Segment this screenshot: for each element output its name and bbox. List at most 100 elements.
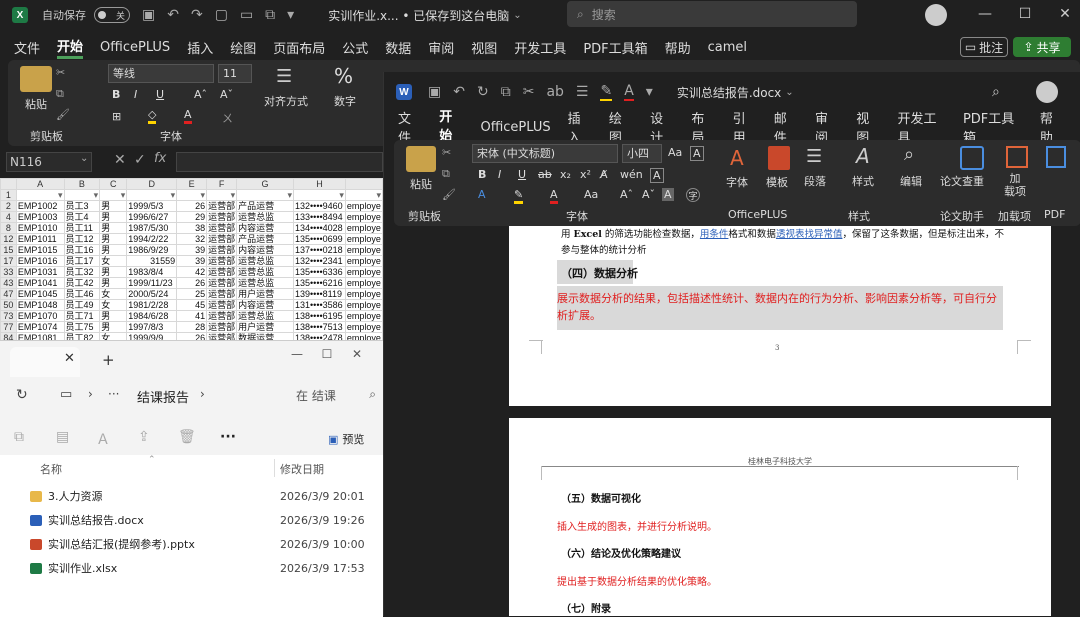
font-name-combo[interactable]: 宋体 (中文标题) — [472, 144, 618, 163]
cell[interactable]: 运营部 — [206, 233, 238, 245]
cell[interactable]: 1987/5/30 — [126, 222, 178, 234]
cell[interactable]: 45 — [176, 299, 208, 311]
cell[interactable]: 男 — [99, 244, 128, 256]
cell[interactable]: 2000/5/24 — [126, 288, 178, 300]
save-icon[interactable]: ▣ — [428, 84, 441, 100]
italic-icon[interactable]: I — [134, 88, 137, 101]
cell[interactable]: 员工49 — [63, 299, 101, 311]
cell[interactable]: 用户运营 — [236, 288, 294, 300]
cell[interactable]: EMP1010 — [15, 222, 65, 234]
column-date-header[interactable]: 修改日期 — [280, 461, 324, 477]
alignment-icon[interactable]: ☰ — [276, 66, 292, 87]
pc-icon[interactable]: ▭ — [60, 387, 72, 402]
row-number[interactable]: 2 — [0, 200, 17, 212]
cell[interactable]: 男 — [99, 277, 128, 289]
cell[interactable]: 135••••6216 — [293, 277, 346, 289]
column-header[interactable]: G — [236, 178, 294, 190]
breadcrumb-current[interactable]: 结课报告 — [137, 387, 189, 406]
cut-icon[interactable]: ✂ — [442, 146, 451, 159]
underline-icon[interactable]: U — [156, 88, 164, 101]
undo-icon[interactable]: ↶ — [453, 84, 465, 100]
maximize-icon[interactable]: ☐ — [312, 347, 342, 361]
filter-dropdown-icon[interactable]: ▾ — [206, 189, 238, 201]
cell[interactable]: 运营部 — [206, 200, 238, 212]
file-row[interactable]: 3.人力资源 2026/3/9 20:01 — [30, 485, 375, 507]
filter-dropdown-icon[interactable]: ▾ — [236, 189, 294, 201]
paste-icon[interactable] — [406, 146, 436, 172]
cell[interactable]: 男 — [99, 321, 128, 333]
cell[interactable]: 39 — [176, 255, 208, 267]
cell[interactable]: 女 — [99, 288, 128, 300]
column-divider[interactable] — [274, 459, 275, 477]
cell[interactable]: 38 — [176, 222, 208, 234]
cell[interactable]: 男 — [99, 200, 128, 212]
title-chevron-icon[interactable]: ⌄ — [513, 10, 521, 21]
shrink-font-icon[interactable]: Aˇ — [642, 188, 655, 201]
cell[interactable]: 1999/5/3 — [126, 200, 178, 212]
cell[interactable]: employe — [344, 277, 383, 289]
cell[interactable]: 137••••0218 — [293, 244, 346, 256]
bold-icon[interactable]: B — [112, 88, 120, 101]
cell[interactable]: 男 — [99, 310, 128, 322]
save-icon[interactable]: ▣ — [142, 7, 155, 23]
cell[interactable]: 员工4 — [63, 211, 101, 223]
cell[interactable]: 29 — [176, 211, 208, 223]
excel-menu-6[interactable]: 公式 — [342, 38, 368, 57]
cell[interactable]: 139••••8119 — [293, 288, 346, 300]
cut-icon[interactable]: ✂ — [56, 66, 65, 79]
cell[interactable]: 132••••9460 — [293, 200, 346, 212]
cell[interactable]: 1997/8/3 — [126, 321, 178, 333]
explorer-search[interactable]: 在 结课 ⌕ — [296, 387, 376, 404]
cell[interactable]: 运营部 — [206, 266, 238, 278]
delete-icon[interactable]: 🗑 — [178, 429, 196, 445]
excel-menu-1[interactable]: 开始 — [57, 36, 84, 59]
cell[interactable]: EMP1003 — [15, 211, 65, 223]
column-header[interactable]: D — [126, 178, 178, 190]
cell[interactable]: employe — [344, 266, 383, 278]
grow-font-icon[interactable]: Aˆ — [194, 88, 207, 101]
global-search[interactable]: ⌕ 搜索 — [567, 1, 857, 27]
customize-icon[interactable]: ▾ — [287, 7, 294, 23]
copy-icon[interactable]: ⧉ — [501, 84, 511, 100]
cell[interactable]: 25 — [176, 288, 208, 300]
row-number[interactable]: 50 — [0, 299, 17, 311]
spelling-icon[interactable]: ab — [546, 84, 563, 100]
cell[interactable]: employe — [344, 233, 383, 245]
number-label[interactable]: 数字 — [334, 93, 356, 109]
cell[interactable]: 产品运营 — [236, 200, 294, 212]
shading-icon[interactable]: A — [662, 188, 674, 201]
row-number[interactable]: 77 — [0, 321, 17, 333]
column-header[interactable]: A — [15, 178, 65, 190]
list-icon[interactable]: ☰ — [576, 84, 589, 100]
filter-dropdown-icon[interactable]: ▾ — [293, 189, 346, 201]
cell[interactable]: 女 — [99, 332, 128, 340]
cell[interactable]: 1999/9/9 — [126, 332, 178, 340]
cell[interactable]: EMP1002 — [15, 200, 65, 212]
format-painter-icon[interactable]: 🖌 — [442, 188, 456, 201]
preview-button[interactable]: ▣ 预览 — [328, 431, 364, 447]
underline-icon[interactable]: U — [518, 168, 526, 181]
cell[interactable]: employe — [344, 222, 383, 234]
comment-button[interactable]: ▭ 批注 — [960, 37, 1008, 57]
name-box-chevron-icon[interactable]: ⌄ — [80, 153, 88, 164]
font-color-icon[interactable]: A — [624, 83, 634, 101]
excel-menu-10[interactable]: 开发工具 — [514, 38, 566, 57]
addins-icon[interactable] — [1006, 146, 1028, 168]
cell[interactable]: 运营部 — [206, 211, 238, 223]
cell[interactable]: 1994/2/22 — [126, 233, 178, 245]
row-number[interactable]: 1 — [0, 189, 17, 201]
insert-function-icon[interactable]: fx — [154, 151, 166, 166]
enclosed-char-icon[interactable]: 字 — [686, 188, 700, 202]
close-tab-icon[interactable]: ✕ — [64, 351, 75, 366]
text-effect-icon[interactable]: A — [478, 188, 486, 201]
cell[interactable]: 内容运营 — [236, 222, 294, 234]
cell[interactable]: 39 — [176, 244, 208, 256]
cell[interactable]: EMP1070 — [15, 310, 65, 322]
select-all-corner[interactable] — [0, 178, 17, 190]
word-document-title[interactable]: 实训总结报告.docx — [677, 84, 781, 101]
cell[interactable]: 女 — [99, 299, 128, 311]
cell[interactable]: 用户运营 — [236, 321, 294, 333]
filter-dropdown-icon[interactable]: ▾ — [176, 189, 208, 201]
cell[interactable]: 产品运营 — [236, 233, 294, 245]
cell[interactable]: employe — [344, 255, 383, 267]
